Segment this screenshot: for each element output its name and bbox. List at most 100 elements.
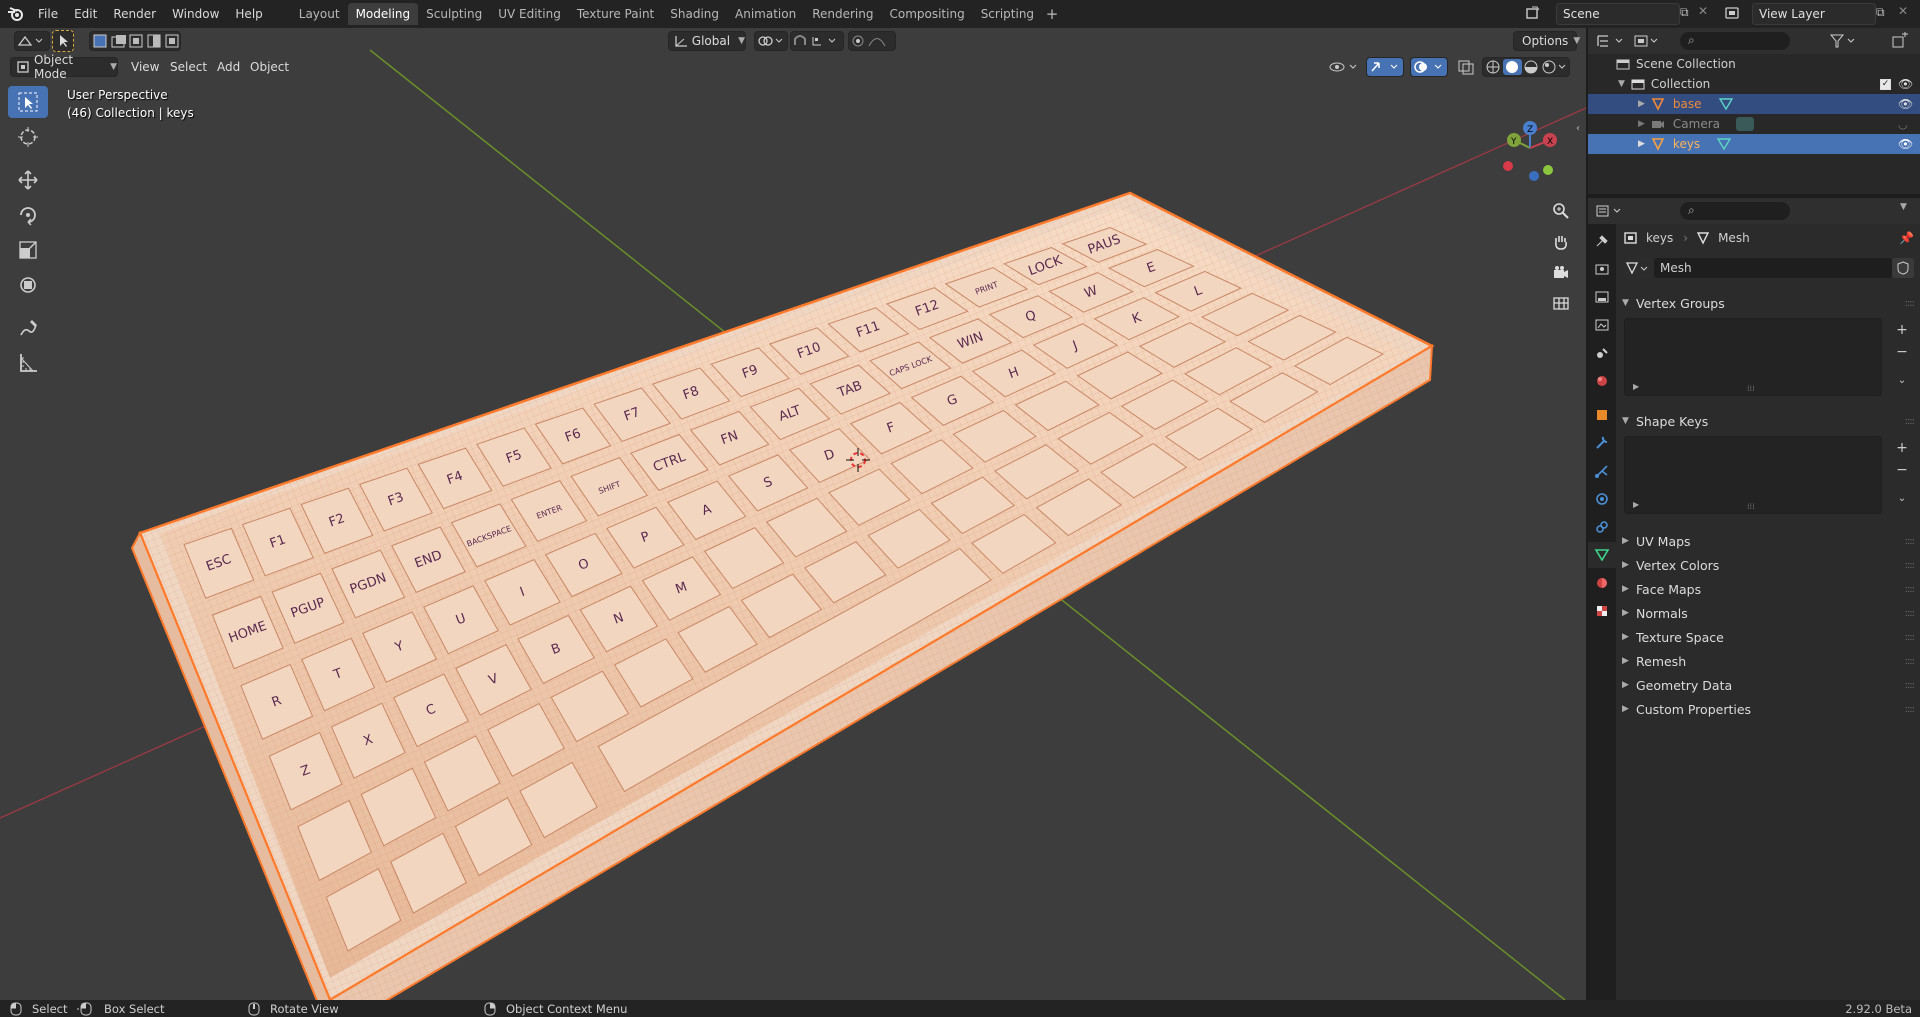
tab-rendering[interactable]: Rendering xyxy=(804,3,881,25)
selection-mode-buttons[interactable] xyxy=(89,31,181,51)
new-view-layer-icon[interactable]: ⧉ xyxy=(1876,5,1885,20)
panel-vertex-colors[interactable]: ▶ Vertex Colors :::: xyxy=(1622,554,1916,576)
measure-tool-icon[interactable] xyxy=(8,347,48,379)
annotate-tool-icon[interactable] xyxy=(8,312,48,344)
tab-render-icon[interactable] xyxy=(1588,256,1616,282)
camera-view-icon[interactable] xyxy=(1548,260,1574,286)
menu-render[interactable]: Render xyxy=(105,3,164,25)
remove-shape-key-button[interactable]: − xyxy=(1892,460,1912,480)
rotate-tool-icon[interactable] xyxy=(8,199,48,231)
mesh-name-field[interactable]: Mesh xyxy=(1654,258,1892,278)
tab-particles-icon[interactable] xyxy=(1588,458,1616,484)
scene-selector[interactable]: Scene xyxy=(1556,3,1680,25)
tab-compositing[interactable]: Compositing xyxy=(881,3,972,25)
outliner-item-keys[interactable]: ▶ keys 👁 xyxy=(1588,134,1920,154)
delete-view-layer-icon[interactable]: ✕ xyxy=(1898,4,1908,18)
tab-scene-icon[interactable] xyxy=(1588,340,1616,366)
tab-output-icon[interactable] xyxy=(1588,284,1616,310)
outliner-item-camera[interactable]: ▶ Camera ◡ xyxy=(1588,114,1920,134)
expand-list-icon[interactable]: ▶ xyxy=(1633,382,1639,391)
tab-animation[interactable]: Animation xyxy=(727,3,804,25)
visibility-eye-icon[interactable]: 👁 xyxy=(1898,97,1913,111)
chevron-down-icon[interactable]: ▼ xyxy=(1900,202,1907,212)
3d-viewport[interactable]: ESC F1 F2 F3 F4 F5 F6 F7 F8 F9 F10 F11 F12 PRINT LOCK P… xyxy=(0,28,1586,1000)
properties-search-input[interactable]: ⌕ xyxy=(1680,202,1790,220)
remove-vertex-group-button[interactable]: − xyxy=(1892,342,1912,362)
outliner-editor-type-icon[interactable] xyxy=(1594,31,1628,51)
tab-texture-icon[interactable] xyxy=(1588,598,1616,624)
panel-uv-maps[interactable]: ▶ UV Maps :::: xyxy=(1622,530,1916,552)
options-dropdown[interactable]: Options ▼ xyxy=(1513,31,1580,51)
collapse-triangle-icon[interactable]: ▼ xyxy=(1618,79,1625,89)
visibility-eye-icon[interactable]: 👁 xyxy=(1898,137,1913,151)
shading-mode-buttons[interactable] xyxy=(1482,57,1570,77)
tab-object-icon[interactable] xyxy=(1588,402,1616,428)
outliner-search-input[interactable]: ⌕ xyxy=(1680,32,1790,50)
tab-modifier-icon[interactable] xyxy=(1588,430,1616,456)
tab-texture-paint[interactable]: Texture Paint xyxy=(569,3,662,25)
drag-grip-icon[interactable]: :::: xyxy=(1905,536,1916,547)
zoom-icon[interactable] xyxy=(1548,198,1574,224)
tab-physics-icon[interactable] xyxy=(1588,486,1616,512)
scene-icon[interactable] xyxy=(1524,5,1544,23)
drag-grip-icon[interactable]: :::: xyxy=(1905,704,1916,715)
editor-type-selector[interactable] xyxy=(14,31,50,51)
tab-material-icon[interactable] xyxy=(1588,570,1616,596)
panel-geometry-data[interactable]: ▶ Geometry Data :::: xyxy=(1622,674,1916,696)
viewport-menu-object[interactable]: Object xyxy=(245,57,294,77)
xray-toggle[interactable] xyxy=(1456,57,1478,77)
transform-tool-icon[interactable] xyxy=(8,269,48,301)
scale-tool-icon[interactable] xyxy=(8,234,48,266)
pivot-point-dropdown[interactable] xyxy=(754,31,788,51)
tab-constraints-icon[interactable] xyxy=(1588,514,1616,540)
resize-grip-icon[interactable]: ⁞⁞⁞ xyxy=(1747,502,1755,511)
tab-shading[interactable]: Shading xyxy=(662,3,727,25)
drag-grip-icon[interactable]: :::: xyxy=(1905,584,1916,595)
snap-toggle[interactable] xyxy=(790,31,844,51)
viewport-menu-view[interactable]: View xyxy=(126,57,164,77)
pin-icon[interactable]: 📌 xyxy=(1899,231,1914,245)
sidebar-expand-icon[interactable]: ‹ xyxy=(1576,123,1580,134)
grid-view-icon[interactable] xyxy=(1548,290,1574,316)
view-layer-icon[interactable] xyxy=(1724,5,1744,26)
proportional-editing-toggle[interactable] xyxy=(848,31,896,51)
overlays-toggle[interactable] xyxy=(1410,57,1448,77)
shape-keys-list[interactable]: ▶ ⁞⁞⁞ xyxy=(1624,436,1882,514)
gizmo-toggle[interactable] xyxy=(1366,57,1404,77)
pan-hand-icon[interactable] xyxy=(1548,229,1574,255)
hidden-eye-icon[interactable]: ◡ xyxy=(1898,118,1908,131)
tab-tool-icon[interactable] xyxy=(1588,228,1616,254)
tab-layout[interactable]: Layout xyxy=(291,3,348,25)
cursor-tool-icon[interactable] xyxy=(8,121,48,153)
visibility-eye-icon[interactable]: 👁 xyxy=(1898,77,1913,91)
tab-scripting[interactable]: Scripting xyxy=(973,3,1042,25)
menu-edit[interactable]: Edit xyxy=(66,3,105,25)
view-layer-selector[interactable]: View Layer xyxy=(1752,3,1876,25)
drag-grip-icon[interactable]: :::: xyxy=(1905,560,1916,571)
outliner-collection[interactable]: ▼ Collection ✓ 👁 xyxy=(1588,74,1920,94)
outliner-item-base[interactable]: ▶ base 👁 xyxy=(1588,94,1920,114)
transform-orientation-dropdown[interactable]: Global ▼ xyxy=(668,31,746,51)
blender-logo-icon[interactable] xyxy=(2,0,30,28)
panel-custom-properties[interactable]: ▶ Custom Properties :::: xyxy=(1622,698,1916,720)
filter-icon[interactable] xyxy=(1828,32,1862,50)
menu-file[interactable]: File xyxy=(30,3,66,25)
new-scene-icon[interactable]: ⧉ xyxy=(1680,5,1689,20)
select-box-tool-icon[interactable] xyxy=(8,86,48,118)
drag-grip-icon[interactable]: :::: xyxy=(1905,632,1916,643)
add-vertex-group-button[interactable]: + xyxy=(1892,320,1912,340)
delete-scene-icon[interactable]: ✕ xyxy=(1698,4,1708,18)
display-mode-icon[interactable] xyxy=(1632,31,1662,51)
tab-mesh-data-icon[interactable] xyxy=(1588,542,1616,568)
outliner-scene-collection[interactable]: Scene Collection xyxy=(1588,54,1920,74)
tab-view-layer-icon[interactable] xyxy=(1588,312,1616,338)
vertex-groups-list[interactable]: ▶ ⁞⁞⁞ xyxy=(1624,318,1882,396)
viewport-menu-select[interactable]: Select xyxy=(165,57,212,77)
drag-grip-icon[interactable]: :::: xyxy=(1905,416,1916,427)
drag-grip-icon[interactable]: :::: xyxy=(1905,680,1916,691)
panel-vertex-groups[interactable]: ▼ Vertex Groups :::: xyxy=(1622,292,1915,314)
add-workspace-button[interactable]: + xyxy=(1042,5,1062,23)
add-shape-key-button[interactable]: + xyxy=(1892,438,1912,458)
tab-modeling[interactable]: Modeling xyxy=(347,3,419,25)
panel-normals[interactable]: ▶ Normals :::: xyxy=(1622,602,1915,624)
